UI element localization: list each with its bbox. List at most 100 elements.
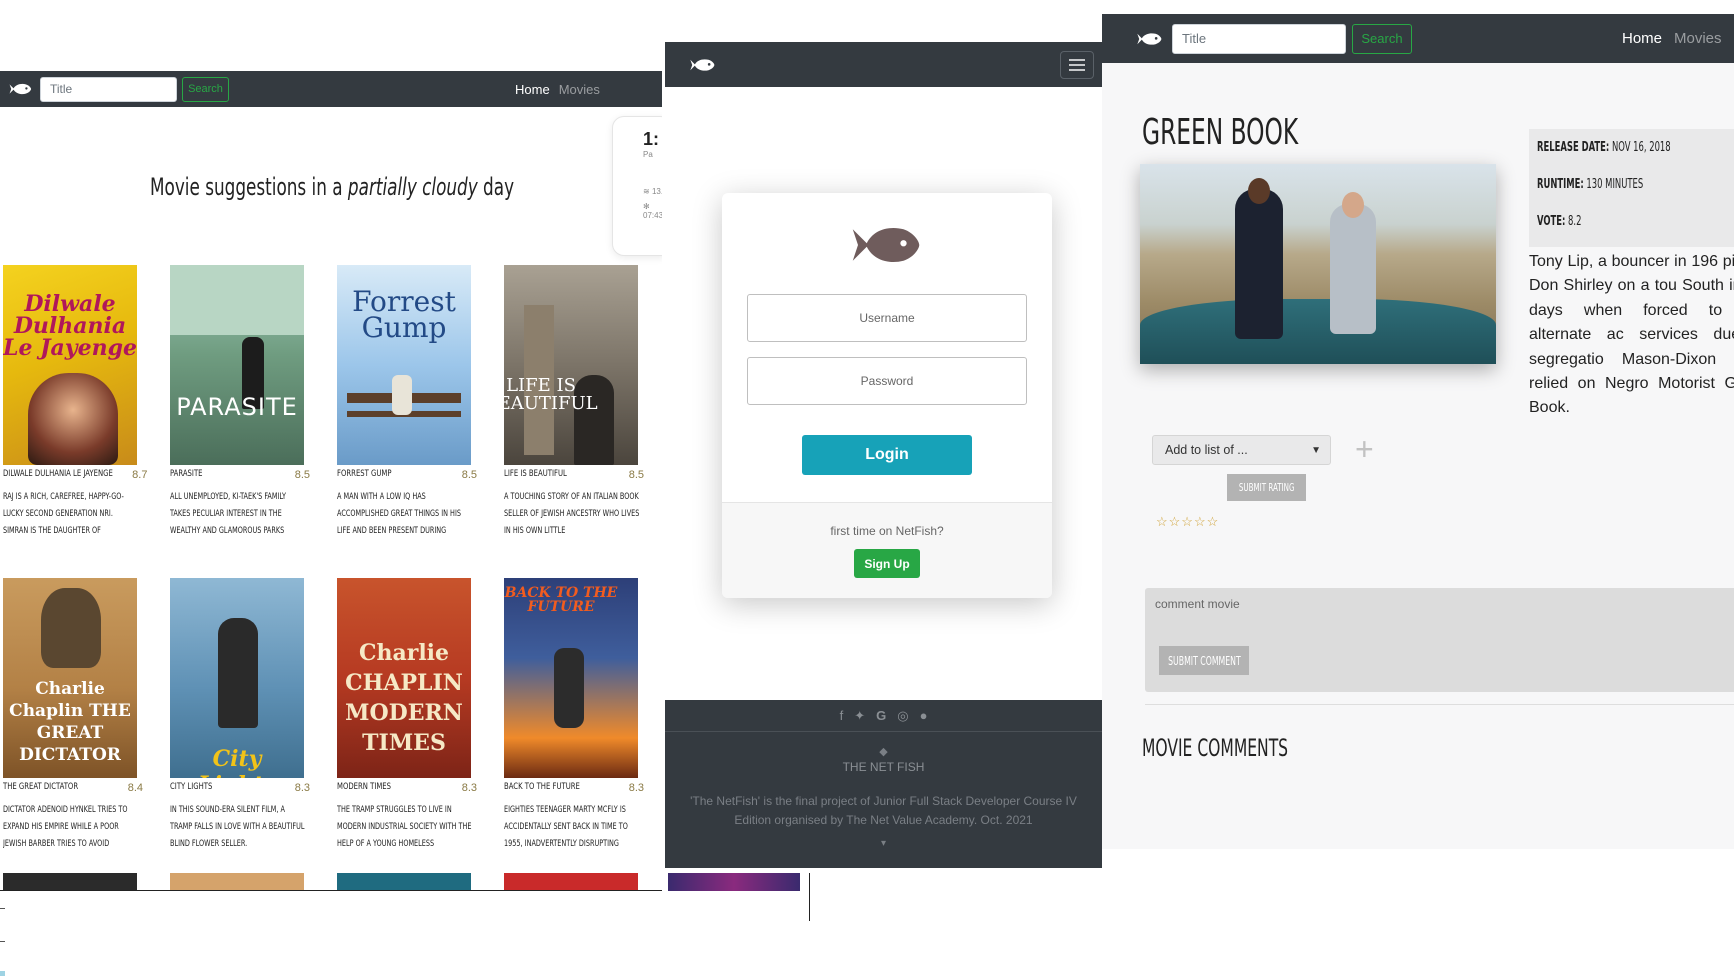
nav-movies-link[interactable]: Movies	[559, 82, 600, 97]
movie-still-image	[1140, 164, 1496, 364]
fish-logo-icon[interactable]	[689, 57, 715, 73]
movie-poster[interactable]: Charlie Chaplin THE GREAT DICTATOR	[3, 578, 137, 778]
password-input[interactable]: Password	[747, 357, 1027, 405]
movie-poster[interactable]: BACK TO THE FUTURE	[504, 578, 638, 778]
movie-title[interactable]: Life Is Beautiful	[504, 469, 567, 481]
weather-temp: 1:	[643, 129, 660, 149]
poster-text: Dilwale Dulhania Le Jayenge	[3, 291, 137, 361]
poster-text: Charlie CHAPLIN MODERN TIMES	[345, 640, 463, 756]
signup-button[interactable]: Sign Up	[854, 549, 920, 578]
poster-text: Charlie Chaplin THE GREAT DICTATOR	[9, 679, 131, 765]
search-input[interactable]: Title	[1172, 23, 1346, 54]
submit-comment-button[interactable]: Submit comment	[1159, 646, 1249, 675]
fish-logo-icon[interactable]	[8, 82, 32, 96]
nav-home-link[interactable]: Home	[515, 82, 550, 97]
card-header: Modern Times 8.3	[337, 782, 477, 794]
release-date: Release date: Nov 16, 2018	[1537, 140, 1671, 155]
divider	[1145, 704, 1734, 705]
footer-brand: THE NET FISH	[842, 760, 925, 774]
search-button[interactable]: Search	[182, 76, 229, 102]
weather-widget: 1: Pa ≋ 13.3 ✻ 07:43	[612, 116, 662, 256]
movie-rating: 8.3	[294, 782, 310, 794]
facebook-icon[interactable]: f	[840, 708, 844, 723]
github-icon[interactable]: ●	[920, 708, 928, 723]
poster-text: BACK TO THE FUTURE	[504, 585, 618, 615]
submit-rating-button[interactable]: Submit rating	[1227, 474, 1306, 501]
movie-poster[interactable]: Charlie CHAPLIN MODERN TIMES	[337, 578, 471, 778]
navbar: Title Search Home Movies	[0, 71, 662, 107]
search-button[interactable]: Search	[1352, 23, 1412, 54]
username-input[interactable]: Username	[747, 294, 1027, 342]
movie-poster[interactable]: Dilwale Dulhania Le Jayenge	[3, 265, 137, 465]
movie-card[interactable]: Charlie Chaplin THE GREAT DICTATOR The G…	[3, 578, 143, 853]
fish-logo-icon[interactable]	[1136, 31, 1162, 47]
movie-card[interactable]: LIFE IS BEAUTIFUL Life Is Beautiful 8.5 A…	[504, 265, 644, 540]
movie-card[interactable]: PARASITE Parasite 8.5 All unemployed, Ki-…	[170, 265, 310, 540]
add-list-plus-icon[interactable]: +	[1355, 433, 1374, 465]
movie-synopsis: Tony Lip, a bouncer in 196 pianist Don S…	[1529, 253, 1734, 417]
instagram-icon[interactable]: ◎	[897, 708, 908, 724]
movie-poster-partial[interactable]	[504, 873, 638, 891]
movie-title[interactable]: Back to the Future	[504, 782, 580, 794]
movie-rating: 8.7	[132, 469, 148, 481]
vote: Vote: 8.2	[1537, 214, 1582, 229]
runtime: Runtime: 130 minutes	[1537, 177, 1644, 192]
login-card: Username Password Login first time on Ne…	[722, 193, 1052, 598]
movie-poster[interactable]: City Lights	[170, 578, 304, 778]
card-header: The Great Dictator 8.4	[3, 782, 143, 794]
poster-text: PARASITE	[176, 393, 298, 421]
movie-poster-partial[interactable]	[3, 873, 137, 891]
add-to-list-select[interactable]: Add to list of ... ▼	[1152, 435, 1331, 465]
movie-card[interactable]: Charlie CHAPLIN MODERN TIMES Modern Time…	[337, 578, 477, 853]
nav-home-link[interactable]: Home	[1622, 30, 1662, 47]
movie-facts: Release date: Nov 16, 2018 Runtime: 130 …	[1529, 129, 1734, 247]
comment-textarea[interactable]: comment movie	[1145, 588, 1734, 692]
movie-poster[interactable]: Forrest Gump	[337, 265, 471, 465]
footer-gem-icon: ◆	[879, 746, 888, 758]
movie-poster[interactable]: PARASITE	[170, 265, 304, 465]
movie-card[interactable]: Dilwale Dulhania Le Jayenge Dilwale Dulh…	[3, 265, 147, 540]
menu-toggle-button[interactable]	[1060, 50, 1094, 79]
movie-title[interactable]: Dilwale Dulhania Le Jayenge	[3, 469, 113, 481]
login-button[interactable]: Login	[802, 435, 972, 475]
movie-poster-partial[interactable]	[337, 873, 471, 891]
title-weather-text: partially cloudy	[347, 173, 478, 201]
movie-card[interactable]: Forrest Gump Forrest Gump 8.5 A man with …	[337, 265, 477, 540]
twitter-icon[interactable]: ✦	[854, 708, 865, 724]
movie-poster[interactable]: LIFE IS BEAUTIFUL	[504, 265, 638, 465]
movie-title: Green Book	[1142, 112, 1299, 153]
movie-poster-partial[interactable]	[668, 873, 800, 891]
select-value: Add to list of ...	[1165, 443, 1248, 457]
card-header: Dilwale Dulhania Le Jayenge 8.7	[3, 469, 147, 481]
corner-mark	[0, 971, 5, 976]
divider	[809, 873, 810, 921]
movie-description: Raj is a rich, carefree, happy-go-lucky …	[3, 492, 124, 536]
movie-title[interactable]: City Lights	[170, 782, 212, 794]
nav-movies-link[interactable]: Movies	[1674, 30, 1722, 47]
chevron-down-icon: ▼	[1311, 444, 1321, 456]
movie-poster-partial[interactable]	[170, 873, 304, 891]
movie-description: The Tramp struggles to live in modern in…	[337, 805, 472, 849]
weather-sunrise: ✻ 07:43	[643, 202, 662, 220]
movie-title[interactable]: The Great Dictator	[3, 782, 78, 794]
movie-list-window: Title Search Home Movies Movie suggestio…	[0, 71, 662, 891]
movie-rating: 8.3	[628, 782, 644, 794]
search-input[interactable]: Title	[40, 76, 177, 102]
rating-stars[interactable]: ☆☆☆☆☆	[1156, 514, 1219, 530]
movie-card[interactable]: City Lights City Lights 8.3 In this sound…	[170, 578, 310, 853]
title-text: Movie suggestions in a	[150, 173, 348, 201]
movie-title[interactable]: Parasite	[170, 469, 202, 481]
movie-rating: 8.5	[461, 469, 477, 481]
navbar: Title Search Home Movies	[1102, 14, 1734, 63]
movie-title[interactable]: Forrest Gump	[337, 469, 392, 481]
movie-card[interactable]: BACK TO THE FUTURE Back to the Future 8.3…	[504, 578, 644, 853]
card-header: Life Is Beautiful 8.5	[504, 469, 644, 481]
divider	[0, 908, 5, 909]
poster-text: LIFE IS BEAUTIFUL	[504, 375, 598, 414]
movie-title[interactable]: Modern Times	[337, 782, 391, 794]
navbar	[665, 42, 1102, 87]
poster-text: Forrest Gump	[352, 285, 456, 344]
card-header: Back to the Future 8.3	[504, 782, 644, 794]
movie-description: A touching story of an Italian book sell…	[504, 492, 640, 536]
google-icon[interactable]: G	[876, 708, 886, 723]
